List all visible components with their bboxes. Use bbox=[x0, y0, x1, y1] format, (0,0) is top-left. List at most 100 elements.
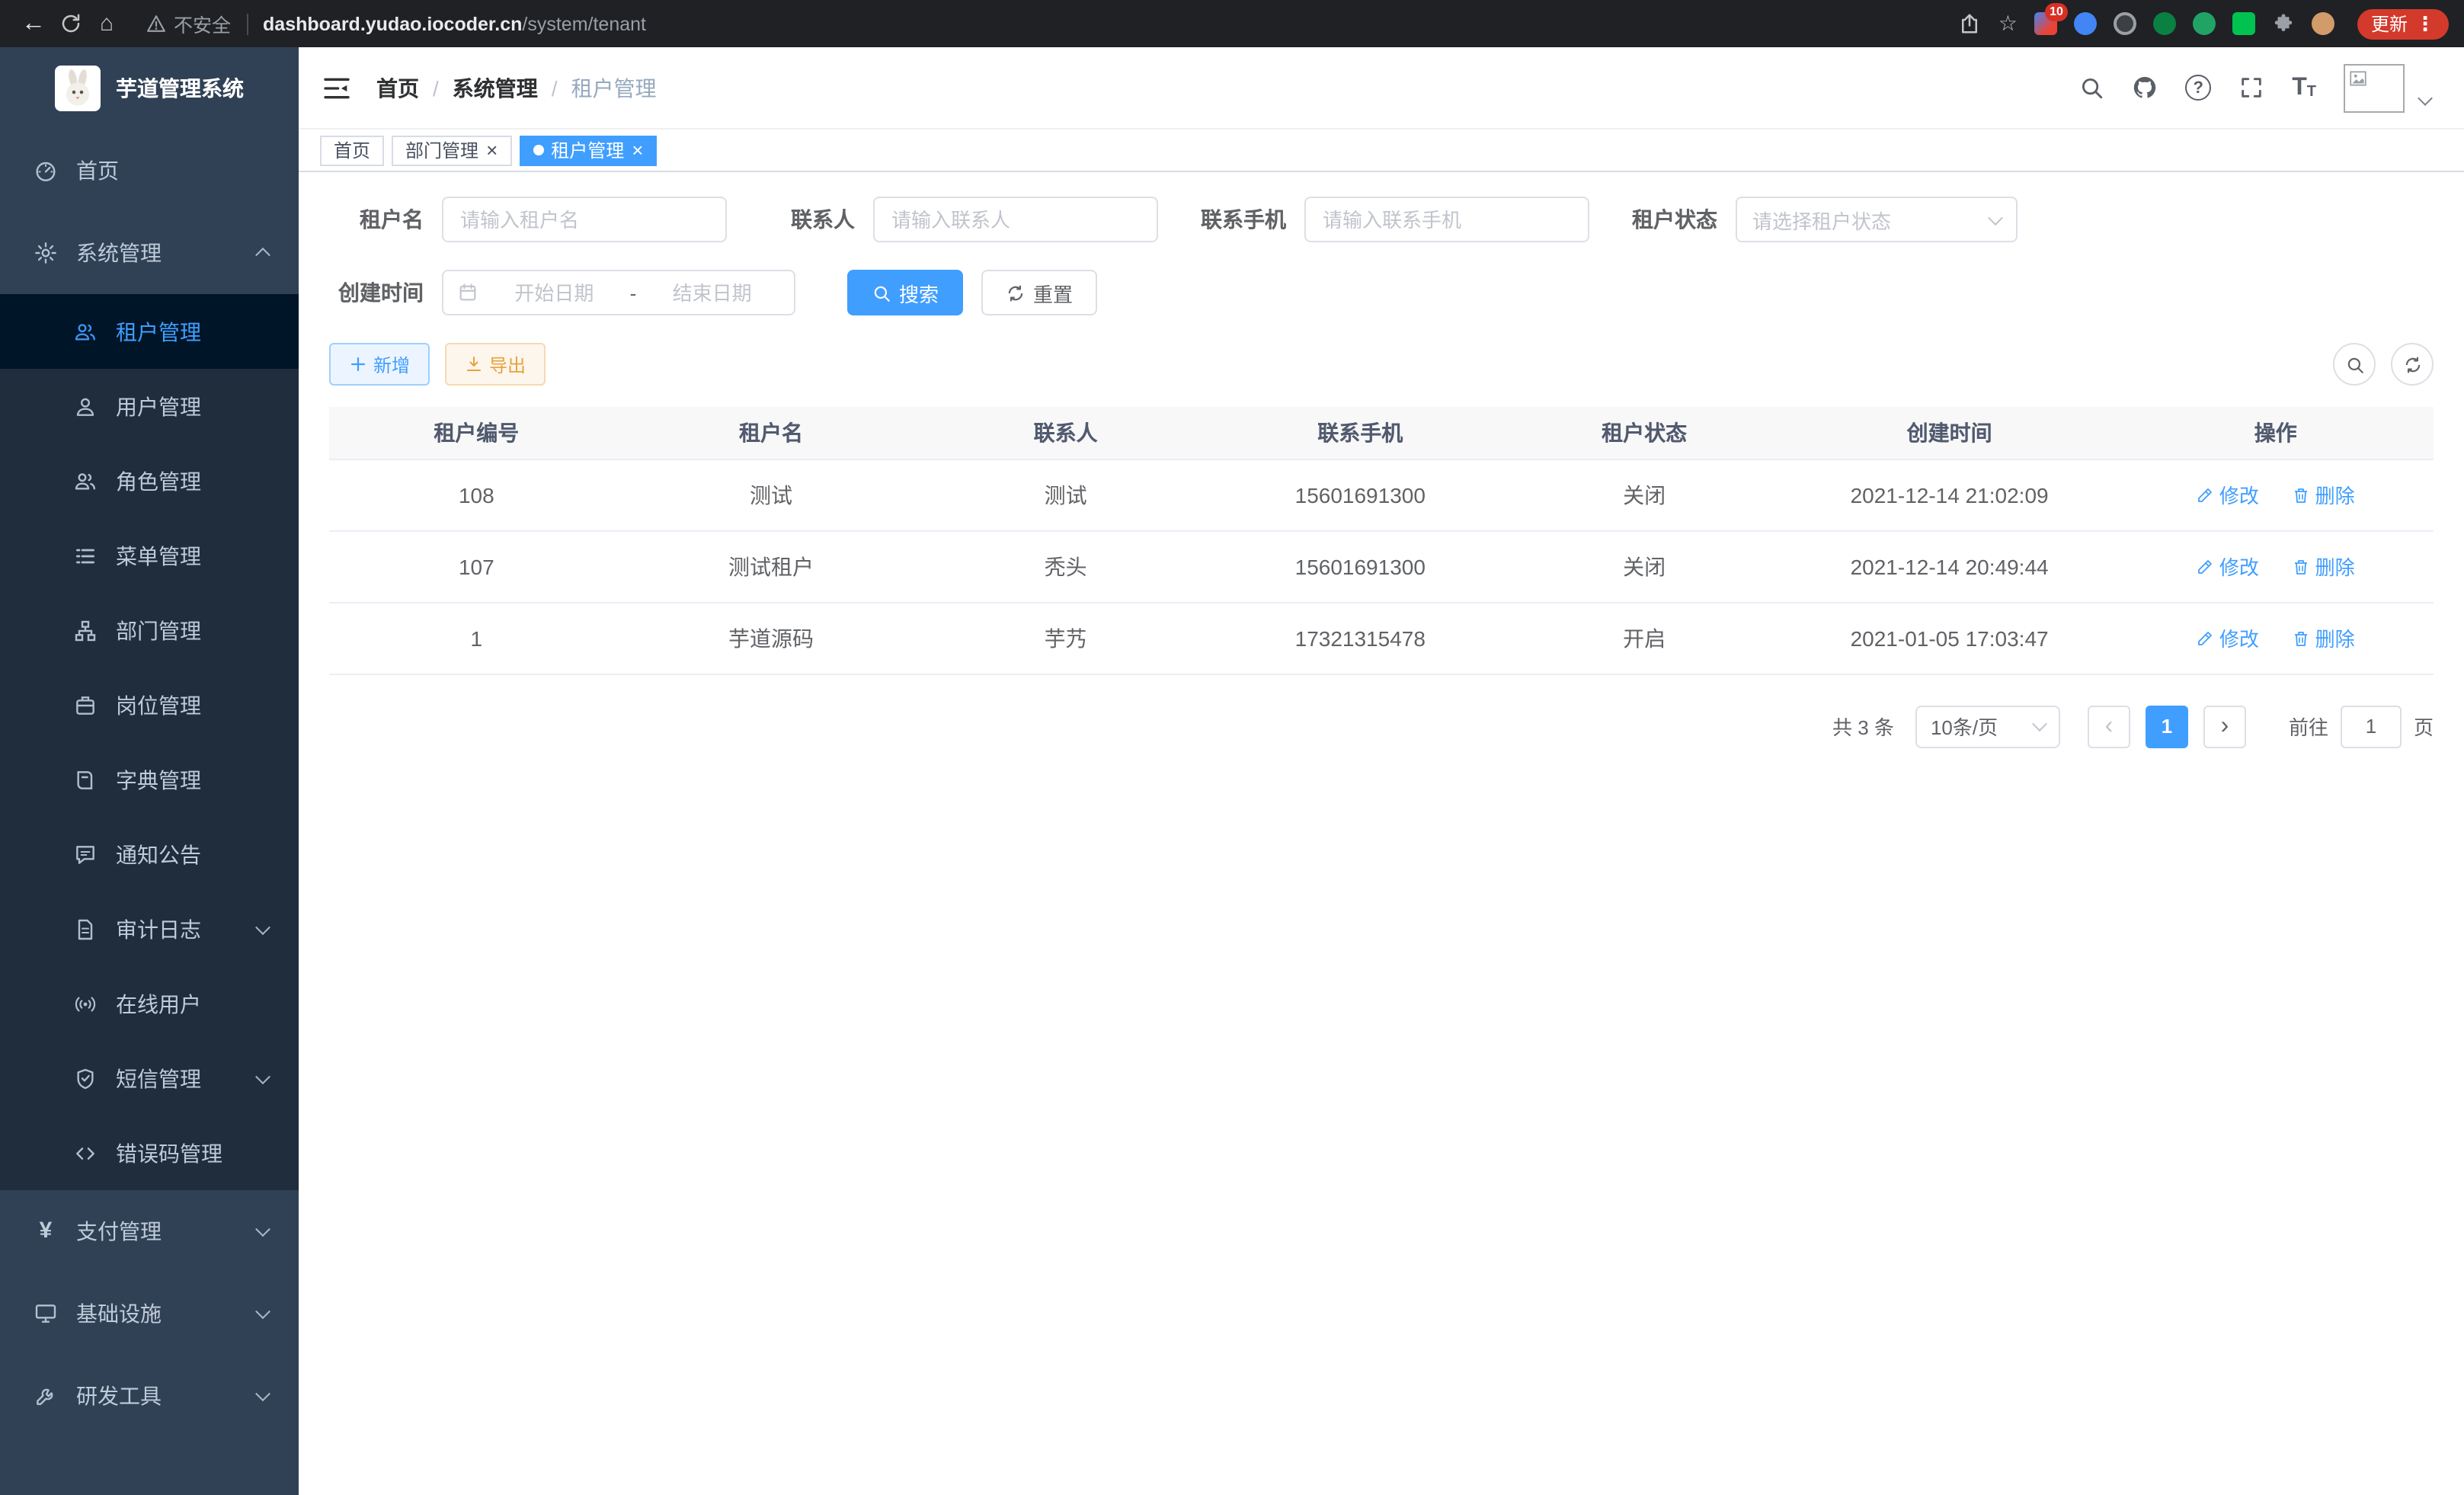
sidebar-item-tenant[interactable]: 租户管理 bbox=[0, 294, 299, 369]
export-button[interactable]: 导出 bbox=[445, 343, 546, 386]
delete-label: 删除 bbox=[2315, 623, 2355, 652]
prev-page-button[interactable]: ‹ bbox=[2088, 705, 2130, 748]
create-time-label: 创建时间 bbox=[329, 277, 424, 308]
close-icon[interactable]: × bbox=[632, 140, 643, 160]
browser-home-button[interactable]: ⌂ bbox=[88, 5, 125, 42]
sidebar-item-devtools[interactable]: 研发工具 bbox=[0, 1355, 299, 1437]
sidebar-item-error-code[interactable]: 错误码管理 bbox=[0, 1116, 299, 1190]
github-icon[interactable] bbox=[2132, 75, 2158, 101]
status-select[interactable]: 请选择租户状态 bbox=[1736, 197, 2018, 242]
sidebar-item-sms[interactable]: 短信管理 bbox=[0, 1041, 299, 1116]
search-button[interactable]: 搜索 bbox=[847, 270, 963, 315]
end-date-input[interactable] bbox=[644, 281, 780, 304]
breadcrumb-section[interactable]: 系统管理 bbox=[453, 72, 538, 103]
cell-actions: 修改 删除 bbox=[2118, 530, 2434, 602]
font-size-icon[interactable]: TT bbox=[2292, 75, 2316, 100]
sidebar: 芋道管理系统 首页 系统管理 租户管理 用户管理 角色管理 bbox=[0, 47, 299, 1495]
address-bar[interactable]: dashboard.yudao.iocoder.cn/system/tenant bbox=[263, 13, 646, 34]
tab-home[interactable]: 首页 bbox=[320, 135, 384, 165]
yen-icon: ¥ bbox=[34, 1219, 58, 1244]
sidebar-item-payment[interactable]: ¥ 支付管理 bbox=[0, 1190, 299, 1273]
sidebar-item-dept[interactable]: 部门管理 bbox=[0, 593, 299, 667]
reset-button[interactable]: 重置 bbox=[981, 270, 1097, 315]
app-logo[interactable]: 芋道管理系统 bbox=[0, 47, 299, 130]
sidebar-item-label: 部门管理 bbox=[116, 615, 201, 645]
extension-icon-2[interactable] bbox=[2074, 12, 2097, 35]
start-date-input[interactable] bbox=[486, 281, 622, 304]
profile-avatar[interactable] bbox=[2312, 12, 2334, 35]
close-icon[interactable]: × bbox=[486, 140, 498, 160]
logo-rabbit-image bbox=[55, 66, 101, 111]
share-button[interactable] bbox=[1959, 12, 1982, 35]
edit-button[interactable]: 修改 bbox=[2197, 623, 2259, 652]
sidebar-item-label: 错误码管理 bbox=[116, 1138, 222, 1168]
list-icon bbox=[73, 543, 98, 568]
browser-back-button[interactable]: ← bbox=[15, 5, 52, 42]
edit-button[interactable]: 修改 bbox=[2197, 552, 2259, 581]
page-size-select[interactable]: 10条/页 bbox=[1915, 705, 2060, 748]
sidebar-item-role[interactable]: 角色管理 bbox=[0, 443, 299, 518]
sidebar-item-label: 用户管理 bbox=[116, 391, 201, 421]
extension-icon-5[interactable] bbox=[2193, 12, 2216, 35]
user-avatar[interactable] bbox=[2344, 63, 2405, 112]
book-icon bbox=[73, 767, 98, 792]
breadcrumb-separator: / bbox=[552, 75, 558, 100]
site-security-chip[interactable]: 不安全 bbox=[146, 9, 231, 38]
extension-icon-3[interactable] bbox=[2114, 12, 2136, 35]
sidebar-collapse-button[interactable] bbox=[322, 72, 352, 103]
tenant-name-input[interactable] bbox=[442, 197, 727, 242]
cell-phone: 15601691300 bbox=[1213, 530, 1508, 602]
sidebar-item-audit-log[interactable]: 审计日志 bbox=[0, 892, 299, 966]
trash-icon bbox=[2293, 485, 2311, 504]
cell-contact: 芋艿 bbox=[918, 602, 1213, 674]
toggle-search-button[interactable] bbox=[2333, 343, 2376, 386]
refresh-table-button[interactable] bbox=[2391, 343, 2434, 386]
date-range-picker[interactable]: - bbox=[442, 270, 795, 315]
edit-button[interactable]: 修改 bbox=[2197, 480, 2259, 509]
goto-label: 前往 bbox=[2289, 712, 2328, 741]
tab-dept[interactable]: 部门管理 × bbox=[392, 135, 511, 165]
tab-tenant[interactable]: 租户管理 × bbox=[519, 135, 657, 165]
bookmark-star-button[interactable]: ☆ bbox=[1998, 11, 2018, 37]
delete-button[interactable]: 删除 bbox=[2293, 480, 2355, 509]
goto-page-input[interactable] bbox=[2341, 705, 2402, 748]
chrome-update-button[interactable]: 更新 ⋮ bbox=[2357, 8, 2449, 39]
col-phone: 联系手机 bbox=[1213, 407, 1508, 459]
phone-input[interactable] bbox=[1304, 197, 1589, 242]
screen: ← ⌂ 不安全 dashboard.yudao.iocoder.cn/syste… bbox=[0, 0, 2464, 1495]
contact-input[interactable] bbox=[873, 197, 1158, 242]
tenant-table: 租户编号 租户名 联系人 联系手机 租户状态 创建时间 操作 108 测试 bbox=[329, 407, 2434, 674]
browser-reload-button[interactable] bbox=[52, 5, 88, 42]
org-tree-icon bbox=[73, 618, 98, 642]
fullscreen-icon[interactable] bbox=[2238, 75, 2264, 101]
delete-button[interactable]: 删除 bbox=[2293, 623, 2355, 652]
app-title: 芋道管理系统 bbox=[116, 73, 244, 104]
delete-button[interactable]: 删除 bbox=[2293, 552, 2355, 581]
sidebar-item-menu[interactable]: 菜单管理 bbox=[0, 518, 299, 593]
sidebar-item-infra[interactable]: 基础设施 bbox=[0, 1273, 299, 1355]
edit-icon bbox=[2197, 629, 2215, 647]
sidebar-item-system[interactable]: 系统管理 bbox=[0, 212, 299, 294]
sidebar-item-notice[interactable]: 通知公告 bbox=[0, 817, 299, 892]
sidebar-item-label: 首页 bbox=[76, 155, 119, 186]
breadcrumb-home[interactable]: 首页 bbox=[376, 72, 419, 103]
sidebar-item-user[interactable]: 用户管理 bbox=[0, 369, 299, 443]
extension-icon-1[interactable]: 10 bbox=[2034, 12, 2057, 35]
users-icon bbox=[73, 319, 98, 344]
extension-icon-6[interactable] bbox=[2232, 12, 2255, 35]
sidebar-item-dict[interactable]: 字典管理 bbox=[0, 742, 299, 817]
filter-create-time: 创建时间 - bbox=[329, 270, 795, 315]
sidebar-item-home[interactable]: 首页 bbox=[0, 130, 299, 212]
help-icon[interactable]: ? bbox=[2185, 75, 2211, 101]
extensions-puzzle-icon[interactable] bbox=[2272, 12, 2295, 35]
sidebar-item-post[interactable]: 岗位管理 bbox=[0, 667, 299, 742]
header-search-icon[interactable] bbox=[2078, 75, 2104, 101]
page-number-button[interactable]: 1 bbox=[2146, 705, 2188, 748]
cell-actions: 修改 删除 bbox=[2118, 459, 2434, 530]
avatar-dropdown-caret-icon[interactable] bbox=[2418, 91, 2433, 106]
next-page-button[interactable]: › bbox=[2203, 705, 2246, 748]
chevron-up-icon bbox=[255, 248, 270, 263]
extension-icon-4[interactable] bbox=[2153, 12, 2176, 35]
sidebar-item-online-user[interactable]: 在线用户 bbox=[0, 966, 299, 1041]
add-button[interactable]: 新增 bbox=[329, 343, 430, 386]
